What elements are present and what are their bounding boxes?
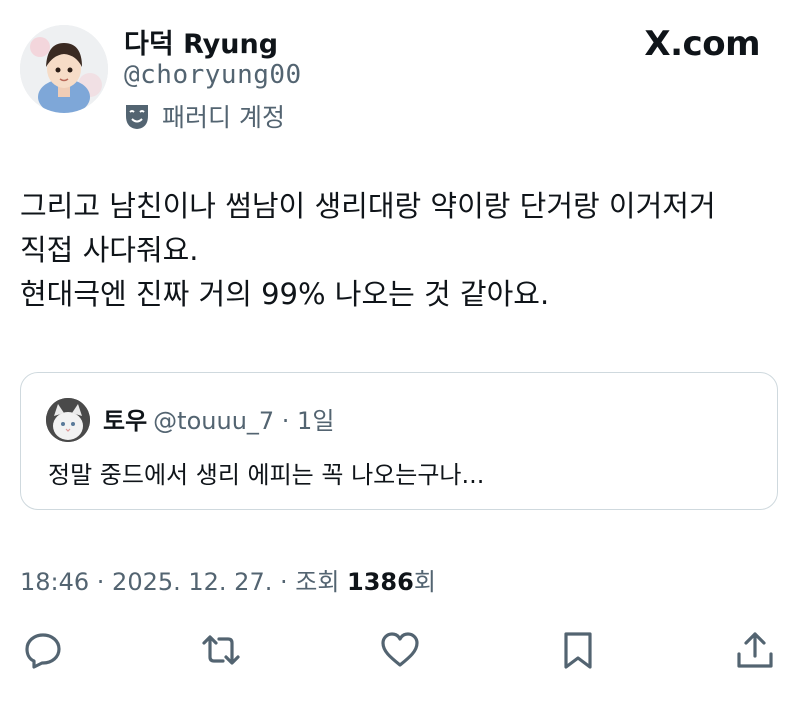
tweet-text: 그리고 남친이나 썸남이 생리대랑 약이랑 단거랑 이거저거 직접 사다줘요. … — [20, 184, 780, 316]
like-icon — [381, 632, 419, 667]
author-avatar[interactable] — [20, 25, 108, 113]
retweet-button[interactable] — [196, 625, 246, 675]
quoted-tweet-card[interactable]: 토우 @touuu_7 · 1일 정말 중드에서 생리 에피는 꼭 나오는구나..… — [20, 372, 778, 510]
tweet-meta: 18:46 · 2025. 12. 27. · 조회 1386회 — [20, 562, 436, 597]
author-display-name[interactable]: 다덕 Ryung — [124, 22, 278, 61]
tweet-line: 그리고 남친이나 썸남이 생리대랑 약이랑 단거랑 이거저거 — [20, 189, 716, 223]
tweet-line: 직접 사다줘요. — [20, 233, 199, 267]
reply-button[interactable] — [18, 625, 68, 675]
bookmark-icon — [564, 632, 592, 669]
retweet-icon — [202, 635, 240, 665]
parody-mask-icon — [126, 105, 148, 129]
quoted-author-handle-time: @touuu_7 · 1일 — [153, 407, 335, 435]
reply-icon — [25, 633, 61, 669]
quoted-tweet-text: 정말 중드에서 생리 에피는 꼭 나오는구나... — [48, 461, 485, 489]
share-icon — [737, 632, 773, 668]
view-count: 1386 — [347, 568, 414, 596]
share-button[interactable] — [730, 625, 780, 675]
tweet-timestamp[interactable]: 18:46 · 2025. 12. 27. · 조회 — [20, 568, 347, 596]
author-handle[interactable]: @choryung00 — [124, 60, 302, 90]
parody-account-label: 패러디 계정 — [124, 99, 285, 133]
quoted-tweet-header: 토우 @touuu_7 · 1일 — [103, 401, 334, 436]
tweet-line: 현대극엔 진짜 거의 99% 나오는 것 같아요. — [20, 277, 550, 311]
action-bar — [0, 625, 800, 675]
like-button[interactable] — [375, 625, 425, 675]
view-suffix: 회 — [413, 568, 436, 596]
bookmark-button[interactable] — [553, 625, 603, 675]
brand-logo: X.com — [644, 24, 760, 64]
quoted-author-name[interactable]: 토우 — [103, 407, 147, 435]
parody-label-text: 패러디 계정 — [162, 103, 285, 132]
quoted-author-avatar[interactable] — [46, 398, 90, 442]
